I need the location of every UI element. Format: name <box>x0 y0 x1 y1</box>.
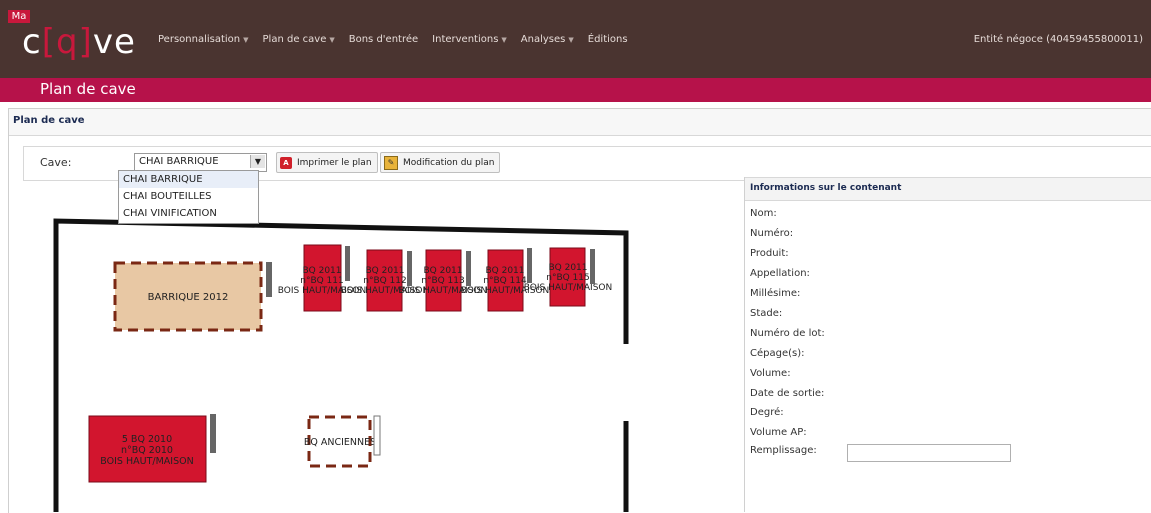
container-line3: BOIS HAUT/MAISON <box>100 456 193 467</box>
container-line1: BQ 2011 <box>365 266 404 276</box>
container-info-panel: Informations sur le contenant Nom: Numér… <box>744 177 1151 512</box>
print-plan-button[interactable]: A Imprimer le plan <box>276 152 378 173</box>
info-field-cepages: Cépage(s): <box>750 348 805 359</box>
logo-text-q: [q] <box>41 22 93 62</box>
logo-text-pre: c <box>22 22 42 62</box>
info-field-numero: Numéro: <box>750 228 794 239</box>
info-panel-header: Informations sur le contenant <box>745 177 1151 201</box>
info-field-volume: Volume: <box>750 368 791 379</box>
chevron-down-icon[interactable]: ▼ <box>250 155 265 168</box>
container-bq-anciennes[interactable]: BQ ANCIENNES <box>304 415 376 468</box>
container-line1: BQ 2011 <box>485 266 524 276</box>
dropdown-option-chai-bouteilles[interactable]: CHAI BOUTEILLES <box>119 188 258 205</box>
info-field-stade: Stade: <box>750 308 783 319</box>
container-gauge <box>407 251 412 286</box>
edit-icon: ✎ <box>384 155 398 170</box>
info-field-numero-lot: Numéro de lot: <box>750 328 825 339</box>
print-plan-label: Imprimer le plan <box>297 157 372 168</box>
info-panel-title: Informations sur le contenant <box>750 183 902 193</box>
menu-label: Bons d'entrée <box>348 34 419 45</box>
pdf-icon: A <box>280 156 292 169</box>
container-gauge <box>345 246 350 281</box>
container-bq-114[interactable]: BQ 2011 n°BQ 114 BOIS HAUT/MAISON <box>461 249 549 312</box>
logo-wordmark: c[q]ve <box>22 22 136 62</box>
menu-label: Plan de cave <box>262 34 327 45</box>
container-bq-113[interactable]: BQ 2011 n°BQ 113 BOIS HAUT/MAISON <box>399 249 487 312</box>
container-bq-111[interactable]: BQ 2011 n°BQ 111 BOIS HAUT/MAISON <box>278 244 366 312</box>
container-barrique-2012[interactable]: BARRIQUE 2012 <box>113 261 263 332</box>
info-field-nom: Nom: <box>750 208 777 219</box>
container-line1: BQ 2011 <box>302 266 341 276</box>
info-field-produit: Produit: <box>750 248 789 259</box>
container-gauge <box>210 414 216 453</box>
container-line2: n°BQ 115 <box>546 273 590 283</box>
info-field-appellation: Appellation: <box>750 268 810 279</box>
container-bq-112[interactable]: BQ 2011 n°BQ 112 BOIS HAUT/MAISON <box>341 249 429 312</box>
edit-plan-label: Modification du plan <box>403 157 495 168</box>
container-line1: BQ 2011 <box>423 266 462 276</box>
info-field-degre: Degré: <box>750 407 784 418</box>
info-field-date-sortie: Date de sortie: <box>750 388 825 399</box>
page-title-bar: Plan de cave <box>0 78 1151 102</box>
menu-plan-de-cave[interactable]: Plan de cave ▼ <box>263 34 335 45</box>
menu-label: Interventions <box>432 34 499 45</box>
logo-text-post: ve <box>92 22 136 62</box>
panel-header: Plan de cave <box>9 109 1151 136</box>
info-field-millesime: Millésime: <box>750 288 801 299</box>
container-line2: n°BQ 2010 <box>121 445 173 456</box>
chevron-down-icon: ▼ <box>568 35 574 44</box>
container-gauge <box>527 248 532 283</box>
container-label: BQ ANCIENNES <box>304 437 376 448</box>
container-line2: n°BQ 111 <box>300 276 344 286</box>
panel-title: Plan de cave <box>13 115 85 126</box>
container-line1: BQ 2011 <box>548 263 587 273</box>
container-line2: n°BQ 113 <box>421 276 465 286</box>
menu-interventions[interactable]: Interventions ▼ <box>432 34 507 45</box>
container-bq-115[interactable]: BQ 2011 n°BQ 115 BOIS HAUT/MAISON <box>524 247 612 307</box>
chevron-down-icon: ▼ <box>501 35 507 44</box>
chevron-down-icon: ▼ <box>243 35 249 44</box>
menu-analyses[interactable]: Analyses ▼ <box>521 34 574 45</box>
cave-dropdown-list: CHAI BARRIQUE CHAI BOUTEILLES CHAI VINIF… <box>118 170 259 224</box>
container-line1: 5 BQ 2010 <box>122 434 172 445</box>
menu-label: Analyses <box>520 34 566 45</box>
menu-bons-entree[interactable]: Bons d'entrée <box>349 34 418 45</box>
menu-label: Éditions <box>587 34 628 45</box>
container-gauge <box>466 251 471 286</box>
container-gauge <box>373 415 381 456</box>
edit-plan-button[interactable]: ✎ Modification du plan <box>380 152 501 173</box>
ma-cave-logo[interactable]: Ma c[q]ve <box>8 10 148 70</box>
page-title: Plan de cave <box>40 80 136 98</box>
container-line2: n°BQ 114 <box>483 276 527 286</box>
menu-editions[interactable]: Éditions <box>588 34 628 45</box>
dropdown-option-chai-vinification[interactable]: CHAI VINIFICATION <box>119 205 258 222</box>
cave-select-value: CHAI BARRIQUE <box>139 156 219 167</box>
dropdown-option-chai-barrique[interactable]: CHAI BARRIQUE <box>119 171 258 188</box>
top-navigation-bar: Ma c[q]ve Personnalisation ▼ Plan de cave… <box>0 0 1151 78</box>
container-gauge <box>266 262 272 297</box>
info-field-remplissage: Remplissage: <box>750 445 817 456</box>
entity-selector[interactable]: Entité négoce (40459455800011) <box>974 34 1143 45</box>
container-gauge <box>590 249 595 284</box>
container-line3: BOIS HAUT/MAISON <box>524 283 612 293</box>
cellar-plan: BARRIQUE 2012 BQ 2011 n°BQ 111 BOIS HAUT… <box>53 218 629 512</box>
main-menu: Personnalisation ▼ Plan de cave ▼ Bons d'e… <box>158 34 642 45</box>
container-label: BARRIQUE 2012 <box>148 292 229 303</box>
remplissage-field[interactable] <box>847 444 1011 462</box>
menu-personnalisation[interactable]: Personnalisation ▼ <box>158 34 249 45</box>
container-line2: n°BQ 112 <box>363 276 407 286</box>
info-field-volume-ap: Volume AP: <box>750 427 807 438</box>
cave-label: Cave: <box>40 156 72 169</box>
container-bq-2010[interactable]: 5 BQ 2010 n°BQ 2010 BOIS HAUT/MAISON <box>88 415 207 483</box>
chevron-down-icon: ▼ <box>329 35 335 44</box>
menu-label: Personnalisation <box>158 34 241 45</box>
